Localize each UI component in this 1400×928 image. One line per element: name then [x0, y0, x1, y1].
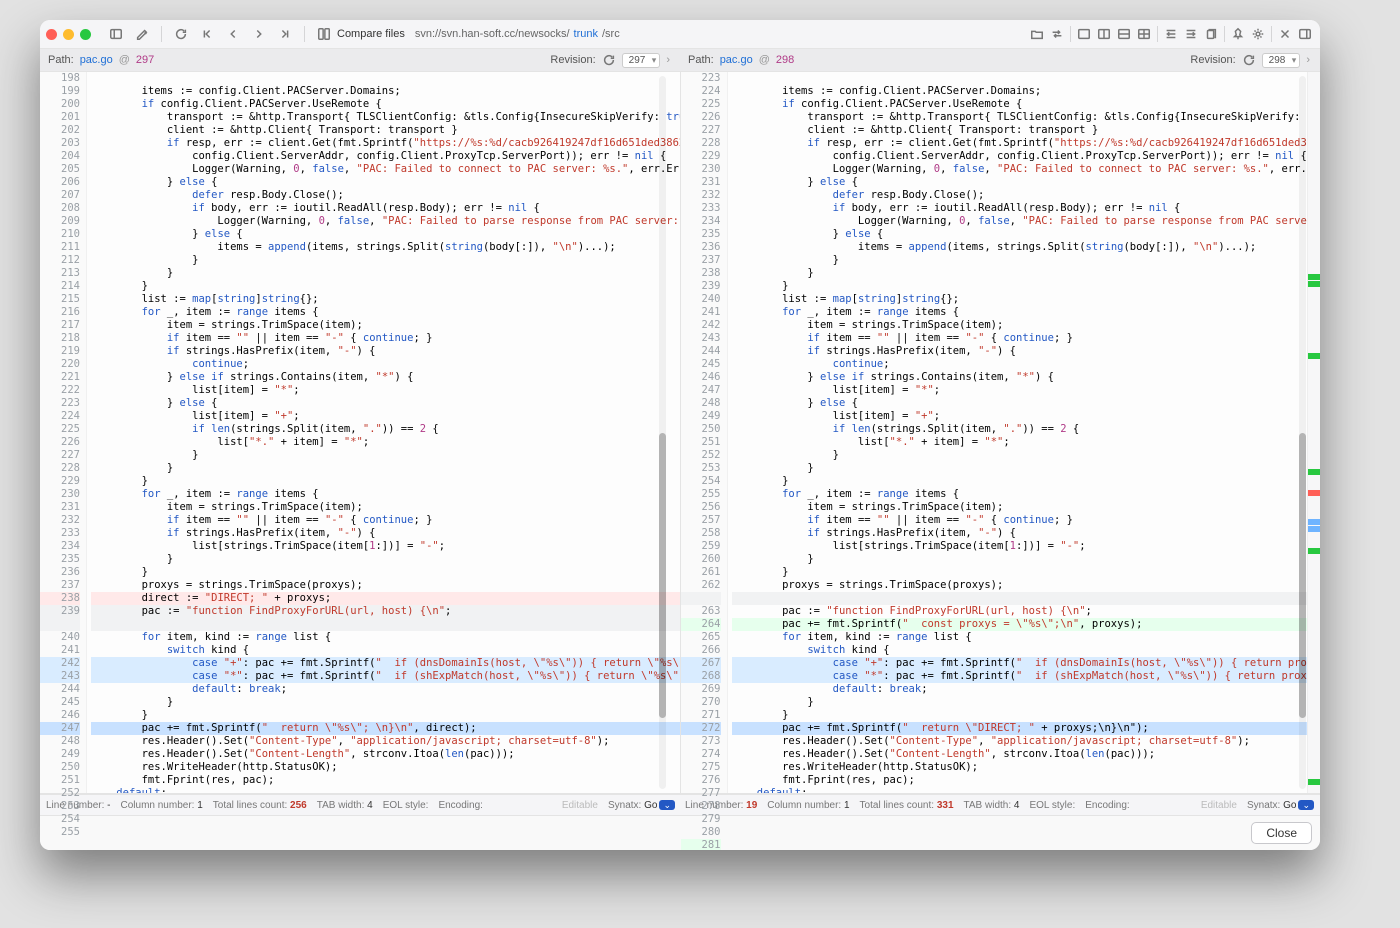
sb-value: 1 — [844, 800, 850, 811]
overview-ruler[interactable] — [1307, 72, 1320, 793]
sb-value: 331 — [937, 800, 954, 811]
syntax-badge: ⌄ — [659, 800, 675, 810]
sb-label: EOL style: — [1029, 800, 1075, 811]
rev-next-icon[interactable]: › — [1304, 54, 1312, 66]
editable-label: Editable — [562, 800, 598, 811]
maximize-window-icon[interactable] — [80, 29, 91, 40]
sb-value: 1 — [197, 800, 203, 811]
breadcrumb-tail: /src — [602, 28, 620, 40]
nav-next-icon[interactable] — [250, 25, 268, 43]
left-gutter: 1981992002012022032042052062072082092102… — [40, 72, 87, 793]
breadcrumb: Compare files svn://svn.han-soft.cc/news… — [315, 25, 1020, 43]
sb-value: 19 — [746, 800, 757, 811]
path-label: Path: — [48, 54, 74, 66]
left-scrollbar[interactable] — [659, 76, 666, 789]
revision-label: Revision: — [1190, 54, 1235, 66]
syntax-value[interactable]: Go — [644, 800, 657, 811]
layout-a-icon[interactable] — [1075, 25, 1093, 43]
sb-value: - — [107, 800, 110, 811]
window-controls — [46, 29, 99, 40]
left-code[interactable]: items := config.Client.PACServer.Domains… — [87, 72, 680, 793]
sb-label: Synatx: — [608, 800, 641, 811]
sb-label: TAB width: — [964, 800, 1012, 811]
breadcrumb-link[interactable]: trunk — [574, 28, 598, 40]
close-button[interactable]: Close — [1251, 822, 1312, 844]
pane-headers: Path: pac.go @297 Revision: 297 › Path: p… — [40, 49, 1320, 72]
right-pane[interactable]: 2232242252262272282292302312322332342352… — [680, 72, 1321, 793]
right-file-link[interactable]: pac.go — [720, 54, 753, 66]
right-rev: 298 — [776, 54, 794, 66]
sb-value: 4 — [367, 800, 373, 811]
indent-left-icon[interactable] — [1162, 25, 1180, 43]
sb-label: TAB width: — [317, 800, 365, 811]
nav-prev-icon[interactable] — [224, 25, 242, 43]
sb-label: Total lines count: — [213, 800, 288, 811]
at-sign: @ — [759, 54, 770, 66]
path-label: Path: — [688, 54, 714, 66]
right-scrollbar[interactable] — [1299, 76, 1306, 789]
transfer-icon[interactable] — [1048, 25, 1066, 43]
refresh-rev-icon[interactable] — [1240, 51, 1258, 69]
expand-dropdown-icon[interactable] — [1276, 25, 1294, 43]
status-right: Line number: 19 Column number: 1 Total l… — [685, 800, 1314, 811]
right-code[interactable]: items := config.Client.PACServer.Domains… — [728, 72, 1321, 793]
nav-first-icon[interactable] — [198, 25, 216, 43]
right-gutter: 2232242252262272282292302312322332342352… — [681, 72, 728, 793]
nav-last-icon[interactable] — [276, 25, 294, 43]
copy-icon[interactable] — [1202, 25, 1220, 43]
sidebar-toggle-icon[interactable] — [107, 25, 125, 43]
edit-dropdown-icon[interactable] — [133, 25, 151, 43]
sb-label: EOL style: — [383, 800, 429, 811]
folder-open-icon[interactable] — [1028, 25, 1046, 43]
breadcrumb-title: Compare files — [337, 28, 405, 40]
syntax-badge: ⌄ — [1298, 800, 1314, 810]
app-window: Compare files svn://svn.han-soft.cc/news… — [40, 20, 1320, 850]
left-pane[interactable]: 1981992002012022032042052062072082092102… — [40, 72, 680, 793]
sb-label: Encoding: — [1085, 800, 1129, 811]
left-rev: 297 — [136, 54, 154, 66]
settings-icon[interactable] — [1249, 25, 1267, 43]
reload-icon[interactable] — [172, 25, 190, 43]
pin-icon[interactable] — [1229, 25, 1247, 43]
right-revision-select[interactable]: 298 — [1262, 53, 1301, 68]
titlebar: Compare files svn://svn.han-soft.cc/news… — [40, 20, 1320, 49]
toolbar-right — [1028, 25, 1314, 43]
panel-right-icon[interactable] — [1296, 25, 1314, 43]
layout-c-icon[interactable] — [1115, 25, 1133, 43]
indent-right-icon[interactable] — [1182, 25, 1200, 43]
compare-files-icon — [315, 25, 333, 43]
syntax-value[interactable]: Go — [1283, 800, 1296, 811]
close-window-icon[interactable] — [46, 29, 57, 40]
sb-label: Encoding: — [438, 800, 482, 811]
revision-label: Revision: — [550, 54, 595, 66]
diff-panes: 1981992002012022032042052062072082092102… — [40, 72, 1320, 794]
left-pane-header: Path: pac.go @297 Revision: 297 › — [40, 49, 680, 71]
rev-next-icon[interactable]: › — [664, 54, 672, 66]
breadcrumb-prefix: svn://svn.han-soft.cc/newsocks/ — [415, 28, 570, 40]
sb-label: Total lines count: — [860, 800, 935, 811]
right-pane-header: Path: pac.go @298 Revision: 298 › — [680, 49, 1320, 71]
layout-d-icon[interactable] — [1135, 25, 1153, 43]
left-revision-select[interactable]: 297 — [622, 53, 661, 68]
at-sign: @ — [119, 54, 130, 66]
sb-label: Synatx: — [1247, 800, 1280, 811]
layout-b-icon[interactable] — [1095, 25, 1113, 43]
sb-value: 256 — [290, 800, 307, 811]
status-left: Line number: - Column number: 1 Total li… — [46, 800, 675, 811]
sb-label: Column number: — [767, 800, 841, 811]
left-file-link[interactable]: pac.go — [80, 54, 113, 66]
sb-label: Column number: — [121, 800, 195, 811]
sb-value: 4 — [1014, 800, 1020, 811]
refresh-rev-icon[interactable] — [600, 51, 618, 69]
editable-label: Editable — [1201, 800, 1237, 811]
minimize-window-icon[interactable] — [63, 29, 74, 40]
